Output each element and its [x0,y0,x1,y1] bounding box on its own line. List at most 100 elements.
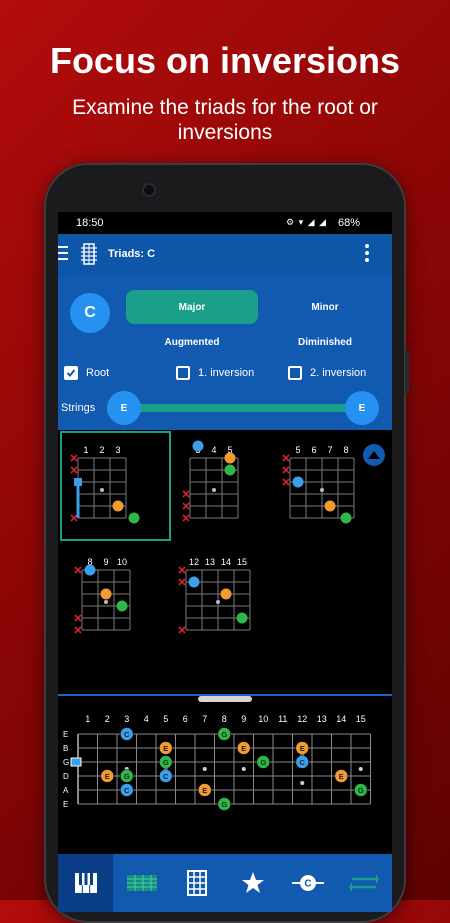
fret-number-label: 8 [222,714,227,724]
volume-button [405,350,409,394]
nav-piano[interactable] [58,854,113,912]
chord-diagram[interactable]: 12 13 14 15 [178,557,251,634]
fret-inlay-dot [320,488,324,492]
fretboard-icon [126,875,157,891]
fret-number-label: 6 [183,714,188,724]
status-icons: ⚙ ▾ ◢ ◢ [286,217,327,227]
checkbox-empty-icon [176,366,190,380]
second-inversion-checkbox[interactable]: 2. inversion [288,364,366,382]
fret-number-label: 10 [258,714,268,724]
diagram-fret-number: 15 [237,557,247,567]
chord-diagram[interactable]: 5 6 7 8 [282,445,355,524]
strings-low-handle[interactable]: E [107,391,141,425]
root-note-dot [188,576,200,588]
overflow-menu-icon[interactable] [364,244,370,266]
fifth-note-dot [128,512,140,524]
first-inversion-checkbox[interactable]: 1. inversion [176,364,254,382]
third-note-dot [100,588,112,600]
augmented-button[interactable]: Augmented [126,326,258,358]
nav-chords[interactable]: C [280,854,335,912]
status-bar: 18:50 ⚙ ▾ ◢ ◢ 68% [58,212,392,234]
status-time: 18:50 [76,217,104,229]
fret-inlay-dot [358,767,363,771]
note-label: E [163,744,168,753]
note-label: C [163,772,169,781]
key-selector-button[interactable]: C [70,293,110,333]
piano-icon [74,873,97,893]
strings-label: Strings [61,402,96,414]
root-note-dot [192,440,204,452]
note-label: E [202,786,207,795]
chord-icon: C [291,875,324,891]
app-logo-icon [81,243,97,265]
fret-number-label: 9 [241,714,246,724]
chord-diagram[interactable]: 1 2 3 [70,445,140,524]
controls-panel: C Major Minor Augmented Diminished Root … [58,276,392,430]
third-note-dot [224,452,236,464]
string-name-label: E [63,800,68,809]
string-name-label: D [63,772,69,781]
fifth-note-dot [224,464,236,476]
nav-fretboard[interactable] [114,854,169,912]
fret-inlay-dot [212,488,216,492]
fret-inlay-dot [216,600,220,604]
strings-high-handle[interactable]: E [345,391,379,425]
fifth-note-dot [236,612,248,624]
strings-range-track[interactable] [118,404,358,412]
swap-icon [348,874,379,892]
major-button[interactable]: Major [126,290,258,324]
minor-button[interactable]: Minor [258,290,392,324]
diagram-fret-number: 4 [211,445,216,455]
fret-number-label: 11 [278,714,287,724]
root-note-dot [84,564,96,576]
third-note-dot [112,500,124,512]
note-label: C [124,730,130,739]
diagram-fret-number: 14 [221,557,231,567]
note-label: E [300,744,305,753]
fifth-note-dot [116,600,128,612]
fret-number-label: 7 [202,714,207,724]
fret-number-label: 15 [356,714,366,724]
fret-inlay-dot [100,488,104,492]
fretboard: EBGDAE1 2 3 4 5 6 7 8 9 10 11 12 13 14 15CEGCGEGECEGE G… [63,714,371,811]
fret-inlay-dot [241,767,246,771]
diagram-fret-number: 7 [327,445,332,455]
app-bar: Triads: C [58,234,392,276]
fret-number-label: 3 [124,714,129,724]
diagram-fret-number: 8 [343,445,348,455]
svg-text:C: C [304,879,311,890]
diagram-fret-number: 2 [99,445,104,455]
root-checkbox[interactable]: Root [64,364,109,382]
diagram-fret-number: 9 [103,557,108,567]
note-label: G [163,758,169,767]
nav-swap[interactable] [336,854,391,912]
note-label: C [300,758,306,767]
note-label: E [241,744,246,753]
drag-handle[interactable] [198,696,252,702]
fret-number-label: 14 [336,714,346,724]
capo-marker [70,757,82,767]
menu-icon[interactable] [58,246,68,260]
collapse-button[interactable] [363,444,385,466]
diagram-fret-number: 1 [83,445,88,455]
diagram-fret-number: 12 [189,557,199,567]
chord-diagram[interactable]: 345 [182,440,239,522]
fret-inlay-dot [300,781,305,785]
diagram-fret-number: 3 [115,445,120,455]
check-icon [64,366,78,380]
diagram-fret-number: 5 [295,445,300,455]
diminished-button[interactable]: Diminished [258,326,392,358]
third-note-dot [324,500,336,512]
note-label: C [124,786,130,795]
chord-diagram[interactable]: 8 9 10 [74,557,131,634]
nav-grid[interactable] [169,854,224,912]
fret-number-label: 2 [105,714,110,724]
bottom-navigation: C [58,854,392,912]
note-label: G [358,786,364,795]
string-name-label: E [63,730,68,739]
nav-favorites[interactable] [225,854,280,912]
diagram-fret-number: 6 [311,445,316,455]
root-label: Root [86,367,110,379]
diagram-fret-number: 10 [117,557,127,567]
checkbox-empty-icon [288,366,302,380]
